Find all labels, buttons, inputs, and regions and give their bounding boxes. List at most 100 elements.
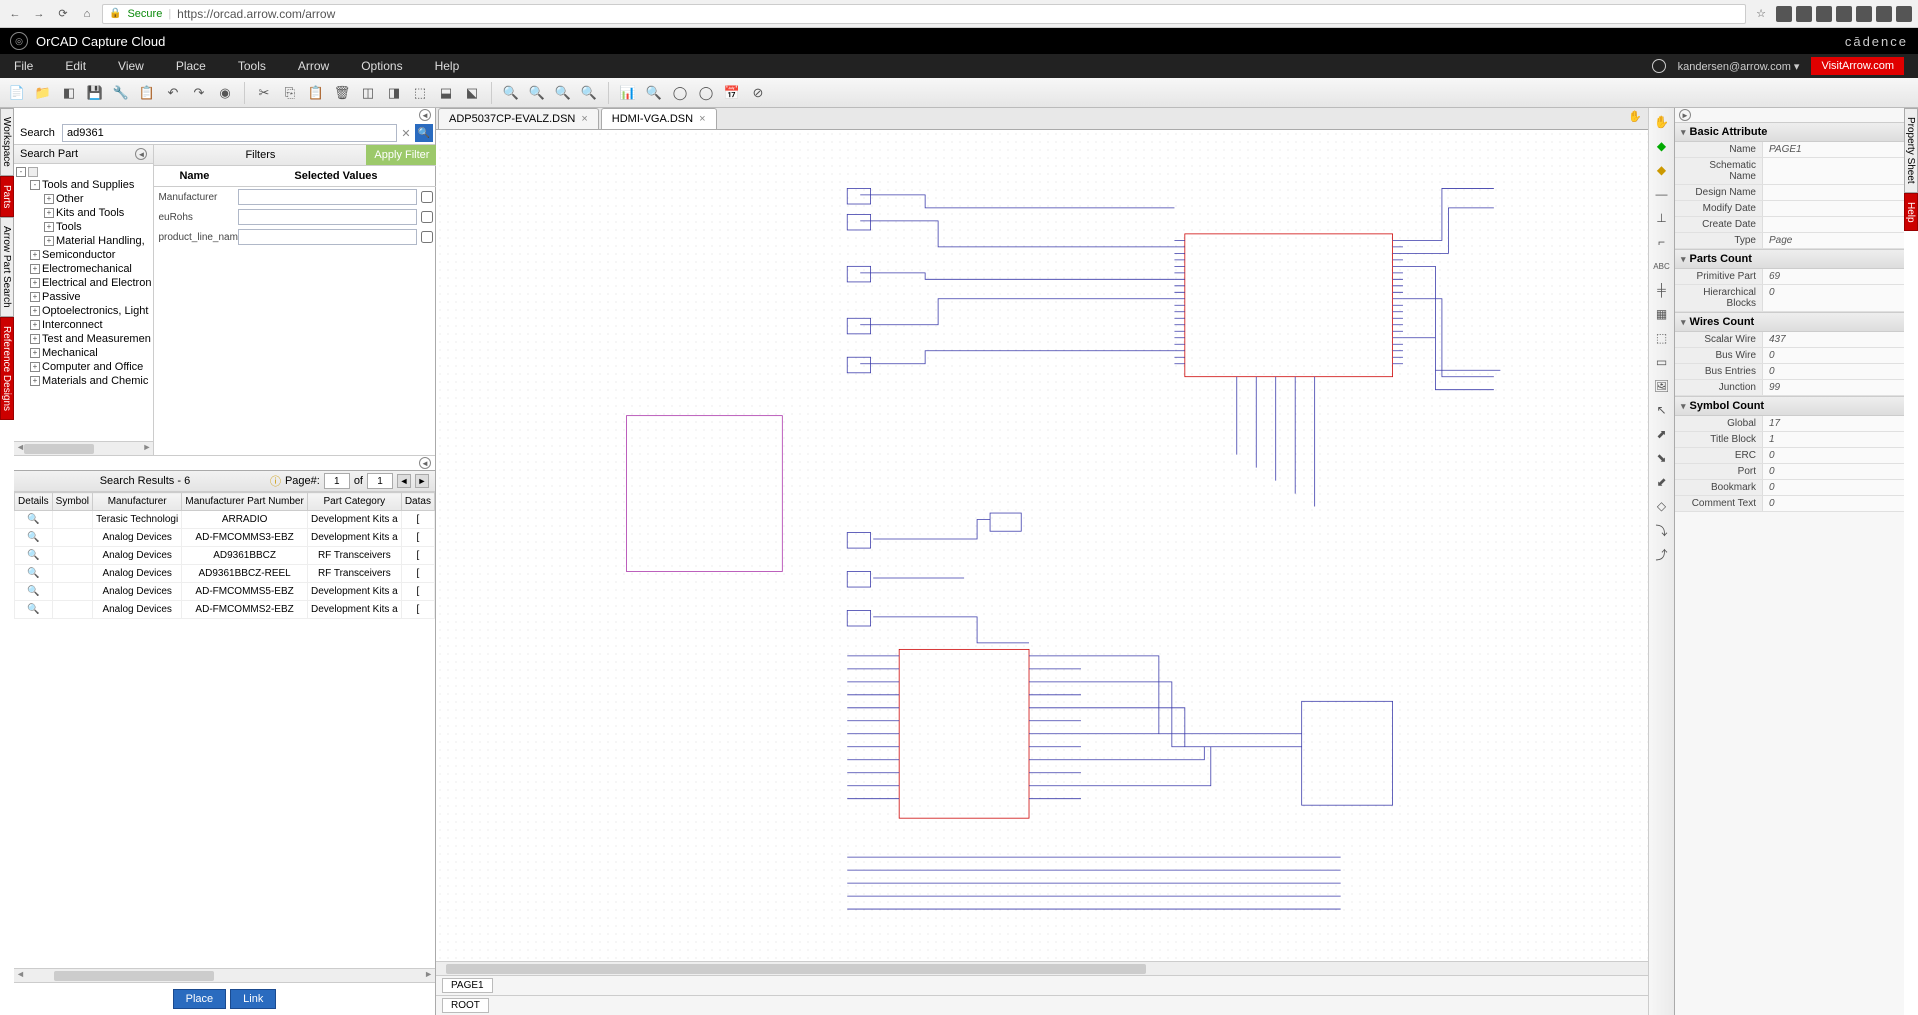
reload-icon[interactable]: ⟳ <box>54 5 72 23</box>
tool-icon[interactable]: ⊥ <box>1652 208 1672 228</box>
ext-icon[interactable] <box>1816 6 1832 22</box>
tree-expander-icon[interactable]: + <box>30 250 40 260</box>
pan-icon[interactable]: ✋ <box>1628 111 1642 123</box>
filter-checkbox[interactable] <box>421 231 433 243</box>
tree-expander-icon[interactable]: - <box>30 180 40 190</box>
filter-value-input[interactable] <box>238 189 417 205</box>
tree-expander-icon[interactable]: + <box>44 194 54 204</box>
info-icon[interactable]: ⓘ <box>270 473 281 489</box>
table-row[interactable]: 🔍Analog DevicesAD9361BBCZ-REELRF Transce… <box>15 565 435 583</box>
canvas-scrollbar[interactable] <box>436 961 1648 975</box>
link-button[interactable]: Link <box>230 989 276 1009</box>
property-section-header[interactable]: ▾ Basic Attribute <box>1675 122 1904 142</box>
zoom-area-icon[interactable]: 🔍 <box>578 82 600 104</box>
menu-view[interactable]: View <box>118 59 144 73</box>
clear-search-icon[interactable]: ✕ <box>399 127 413 140</box>
place-button[interactable]: Place <box>173 989 227 1009</box>
tool-icon[interactable]: 📊 <box>617 82 639 104</box>
details-icon[interactable]: 🔍 <box>15 583 53 601</box>
zoom-out-icon[interactable]: 🔍 <box>526 82 548 104</box>
tool-icon[interactable]: — <box>1652 184 1672 204</box>
cut-icon[interactable]: ✂ <box>253 82 275 104</box>
tree-expander-icon[interactable]: + <box>30 334 40 344</box>
table-row[interactable]: 🔍Analog DevicesAD9361BBCZRF Transceivers… <box>15 547 435 565</box>
collapse-icon[interactable]: ◄ <box>419 109 431 121</box>
search-button[interactable]: 🔍 <box>415 124 433 142</box>
tree-expander-icon[interactable]: + <box>30 376 40 386</box>
results-column-header[interactable]: Manufacturer <box>93 493 182 511</box>
tool-icon[interactable]: ╪ <box>1652 280 1672 300</box>
schematic-canvas[interactable] <box>436 130 1648 961</box>
tool-icon[interactable]: ↖ <box>1652 400 1672 420</box>
undo-icon[interactable]: ↶ <box>162 82 184 104</box>
filter-checkbox[interactable] <box>421 211 433 223</box>
tree-expander-icon[interactable]: + <box>30 306 40 316</box>
side-tab-workspace[interactable]: Workspace <box>0 108 14 176</box>
tool-icon[interactable]: ◆ <box>1652 136 1672 156</box>
close-tab-icon[interactable]: × <box>581 113 587 125</box>
ext-icon[interactable] <box>1776 6 1792 22</box>
results-column-header[interactable]: Datas <box>401 493 434 511</box>
menu-options[interactable]: Options <box>361 59 402 73</box>
tool-icon[interactable]: 🖼 <box>1652 376 1672 396</box>
tree-node[interactable]: + Optoelectronics, Light <box>16 304 151 318</box>
side-tab-help[interactable]: Help <box>1904 193 1918 232</box>
results-column-header[interactable]: Part Category <box>307 493 401 511</box>
details-icon[interactable]: 🔍 <box>15 529 53 547</box>
tree-node[interactable]: + Other <box>16 192 151 206</box>
tree-node[interactable]: + Semiconductor <box>16 248 151 262</box>
address-bar[interactable]: 🔒 Secure | https://orcad.arrow.com/arrow <box>102 4 1746 24</box>
ext-icon[interactable] <box>1856 6 1872 22</box>
table-row[interactable]: 🔍Analog DevicesAD-FMCOMMS3-EBZDevelopmen… <box>15 529 435 547</box>
collapse-icon[interactable]: ▾ <box>1681 401 1686 412</box>
collapse-icon[interactable]: ◄ <box>419 457 431 469</box>
collapse-icon[interactable]: ▾ <box>1681 254 1686 265</box>
tree-expander-icon[interactable]: + <box>44 222 54 232</box>
tool-icon[interactable]: ⊘ <box>747 82 769 104</box>
open-icon[interactable]: 📁 <box>32 82 54 104</box>
side-tab-property-sheet[interactable]: Property Sheet <box>1904 108 1918 193</box>
side-tab-reference-designs[interactable]: Reference Designs <box>0 317 14 420</box>
collapse-icon[interactable]: ▾ <box>1681 317 1686 328</box>
results-column-header[interactable]: Manufacturer Part Number <box>182 493 308 511</box>
tool-icon[interactable]: ⬋ <box>1652 472 1672 492</box>
tree-expander-icon[interactable]: + <box>44 208 54 218</box>
close-tab-icon[interactable]: × <box>699 113 705 125</box>
tool-icon[interactable]: ◨ <box>383 82 405 104</box>
tool-icon[interactable]: ◫ <box>357 82 379 104</box>
save-icon[interactable]: 💾 <box>84 82 106 104</box>
tree-expander-icon[interactable]: - <box>16 167 26 177</box>
filter-value-input[interactable] <box>238 209 417 225</box>
tree-expander-icon[interactable]: + <box>30 292 40 302</box>
search-input[interactable] <box>62 124 397 142</box>
collapse-icon[interactable]: ▾ <box>1681 127 1686 138</box>
results-scrollbar[interactable]: ◄► <box>14 968 435 982</box>
user-email[interactable]: kandersen@arrow.com ▾ <box>1678 60 1800 73</box>
delete-icon[interactable]: 🗑 <box>331 82 353 104</box>
next-page-button[interactable]: ► <box>415 474 429 488</box>
user-avatar-icon[interactable] <box>1652 59 1666 73</box>
tool-icon[interactable]: 📋 <box>136 82 158 104</box>
table-row[interactable]: 🔍Analog DevicesAD-FMCOMMS5-EBZDevelopmen… <box>15 583 435 601</box>
menu-edit[interactable]: Edit <box>65 59 86 73</box>
tool-icon[interactable]: ⤵ <box>1652 520 1672 540</box>
tree-expander-icon[interactable]: + <box>30 362 40 372</box>
tree-expander-icon[interactable]: + <box>30 264 40 274</box>
details-icon[interactable]: 🔍 <box>15 601 53 619</box>
tool-icon[interactable]: ⬚ <box>409 82 431 104</box>
property-section-header[interactable]: ▾ Parts Count <box>1675 249 1904 269</box>
tool-icon[interactable]: ⬕ <box>461 82 483 104</box>
back-icon[interactable]: ← <box>6 5 24 23</box>
visit-arrow-button[interactable]: VisitArrow.com <box>1811 57 1904 75</box>
tool-icon[interactable]: ◉ <box>214 82 236 104</box>
details-icon[interactable]: 🔍 <box>15 511 53 529</box>
tree-expander-icon[interactable]: + <box>44 236 54 246</box>
tree-node[interactable]: + Interconnect <box>16 318 151 332</box>
menu-arrow[interactable]: Arrow <box>298 59 329 73</box>
apply-filter-button[interactable]: Apply Filter <box>366 145 437 165</box>
property-section-header[interactable]: ▾ Symbol Count <box>1675 396 1904 416</box>
new-icon[interactable]: 📄 <box>6 82 28 104</box>
page-current-input[interactable] <box>324 473 350 489</box>
tree-node[interactable]: + Electromechanical <box>16 262 151 276</box>
table-row[interactable]: 🔍Analog DevicesAD-FMCOMMS2-EBZDevelopmen… <box>15 601 435 619</box>
